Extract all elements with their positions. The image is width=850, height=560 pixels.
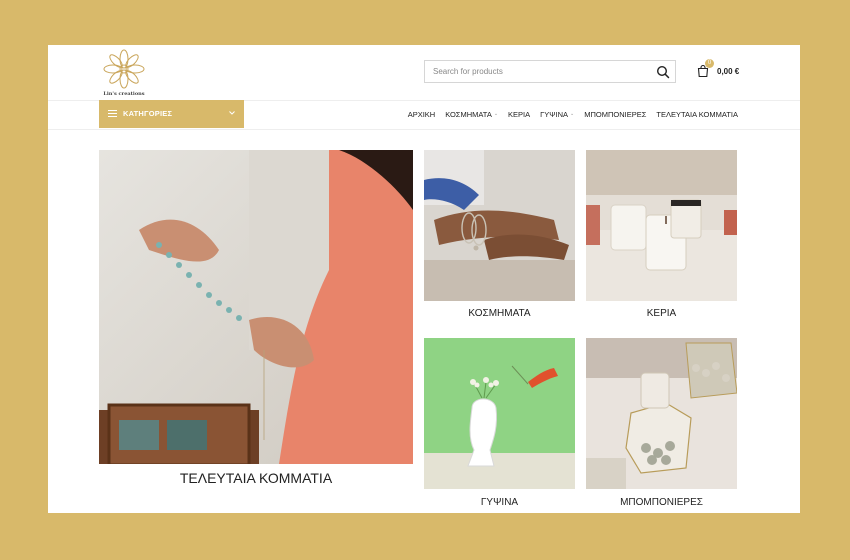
featured-category-image[interactable] bbox=[99, 150, 413, 464]
plaster-bust-photo bbox=[424, 338, 575, 489]
candles-category-title[interactable]: ΚΕΡΙΑ bbox=[586, 308, 737, 319]
menu-item-last-pieces[interactable]: ΤΕΛΕΥΤΑΙΑ ΚΟΜΜΑΤΙΑ bbox=[656, 110, 738, 119]
menu-icon bbox=[108, 110, 117, 117]
shopping-bag-icon: 0 bbox=[696, 59, 714, 78]
favors-category-image[interactable] bbox=[586, 338, 737, 489]
menu-item-jewelry[interactable]: ΚΟΣΜΗΜΑΤΑ ⌄ bbox=[445, 110, 498, 119]
categories-label: ΚΑΤΗΓΟΡΙΕΣ bbox=[123, 109, 173, 118]
menu-item-label: ΚΟΣΜΗΜΑΤΑ bbox=[445, 109, 492, 119]
menu-item-favors[interactable]: ΜΠΟΜΠΟΝΙΕΡΕΣ bbox=[584, 110, 646, 119]
cart-button[interactable]: 0 0,00 € bbox=[696, 59, 740, 79]
chevron-down-icon: ⌄ bbox=[493, 111, 499, 117]
menu-item-plaster[interactable]: ΓΥΨΙΝΑ ⌄ bbox=[540, 110, 574, 119]
menu-item-label: ΤΕΛΕΥΤΑΙΑ ΚΟΜΜΑΤΙΑ bbox=[656, 109, 738, 119]
cart-total: 0,00 € bbox=[717, 66, 740, 76]
menu-item-label: ΚΕΡΙΑ bbox=[508, 109, 531, 119]
main-navbar: ΚΑΤΗΓΟΡΙΕΣ ΑΡΧΙΚΗ ΚΟΣΜΗΜΑΤΑ ⌄ ΚΕΡΙΑ ΓΥΨΙΝ… bbox=[48, 100, 800, 130]
menu-item-label: ΜΠΟΜΠΟΝΙΕΡΕΣ bbox=[584, 109, 647, 119]
jewelry-category-image[interactable] bbox=[424, 150, 575, 301]
chevron-down-icon: ⌄ bbox=[570, 111, 575, 117]
featured-category-title[interactable]: ΤΕΛΕΥΤΑΙΑ ΚΟΜΜΑΤΙΑ bbox=[99, 470, 413, 486]
categories-button[interactable]: ΚΑΤΗΓΟΡΙΕΣ bbox=[99, 100, 244, 128]
wedding-favors-photo bbox=[586, 338, 737, 489]
candles-photo bbox=[586, 150, 737, 301]
chevron-down-icon bbox=[229, 111, 235, 115]
plaster-category-image[interactable] bbox=[424, 338, 575, 489]
plaster-category-title[interactable]: ΓΥΨΙΝΑ bbox=[424, 497, 575, 508]
menu-item-candles[interactable]: ΚΕΡΙΑ bbox=[508, 110, 530, 119]
menu-item-label: ΓΥΨΙΝΑ bbox=[540, 109, 569, 119]
favors-category-title[interactable]: ΜΠΟΜΠΟΝΙΕΡΕΣ bbox=[586, 497, 737, 508]
brand-logo[interactable]: Lin's creations bbox=[100, 47, 148, 99]
search-button[interactable] bbox=[655, 64, 671, 80]
candles-category-image[interactable] bbox=[586, 150, 737, 301]
bracelets-photo bbox=[424, 150, 575, 301]
beading-photo bbox=[99, 150, 413, 464]
brand-name: Lin's creations bbox=[103, 91, 145, 97]
lotus-logo-icon bbox=[103, 49, 145, 89]
storefront-page: Lin's creations 0 0,00 € bbox=[48, 45, 800, 513]
search-bar bbox=[424, 60, 676, 83]
search-icon bbox=[656, 65, 670, 79]
search-input[interactable] bbox=[425, 61, 653, 82]
menu-item-home[interactable]: ΑΡΧΙΚΗ bbox=[408, 110, 436, 119]
cart-count-badge: 0 bbox=[705, 59, 714, 68]
main-menu: ΑΡΧΙΚΗ ΚΟΣΜΗΜΑΤΑ ⌄ ΚΕΡΙΑ ΓΥΨΙΝΑ ⌄ ΜΠΟΜΠΟΝΙ… bbox=[398, 100, 738, 128]
menu-item-label: ΑΡΧΙΚΗ bbox=[407, 109, 436, 119]
site-header: Lin's creations 0 0,00 € bbox=[48, 45, 800, 101]
jewelry-category-title[interactable]: ΚΟΣΜΗΜΑΤΑ bbox=[424, 308, 575, 319]
